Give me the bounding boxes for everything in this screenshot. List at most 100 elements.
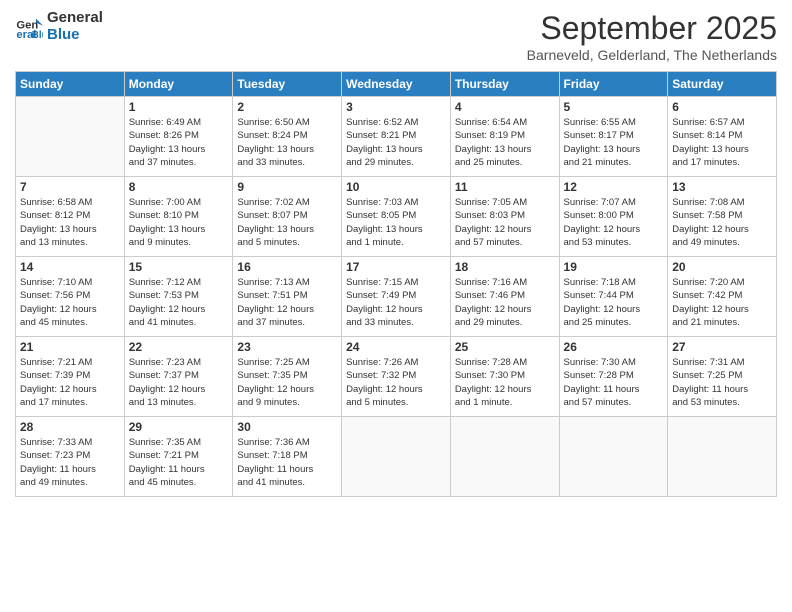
calendar-cell [668,417,777,497]
day-info: Sunrise: 7:31 AM Sunset: 7:25 PM Dayligh… [672,356,772,409]
calendar-header-row: SundayMondayTuesdayWednesdayThursdayFrid… [16,72,777,97]
day-number: 27 [672,340,772,354]
calendar-cell: 4 Sunrise: 6:54 AM Sunset: 8:19 PM Daylig… [450,97,559,177]
calendar-cell: 7Sunrise: 6:58 AM Sunset: 8:12 PM Daylig… [16,177,125,257]
calendar-cell: 13 Sunrise: 7:08 AM Sunset: 7:58 PM Dayli… [668,177,777,257]
month-title: September 2025 [527,10,777,47]
calendar-cell: 24 Sunrise: 7:26 AM Sunset: 7:32 PM Dayli… [342,337,451,417]
day-info: Sunrise: 7:28 AM Sunset: 7:30 PM Dayligh… [455,356,555,409]
day-info: Sunrise: 7:36 AM Sunset: 7:18 PM Dayligh… [237,436,337,489]
day-number: 5 [564,100,664,114]
day-info: Sunrise: 6:55 AM Sunset: 8:17 PM Dayligh… [564,116,664,169]
day-info: Sunrise: 7:26 AM Sunset: 7:32 PM Dayligh… [346,356,446,409]
day-number: 15 [129,260,229,274]
calendar-day-header: Saturday [668,72,777,97]
day-info: Sunrise: 6:50 AM Sunset: 8:24 PM Dayligh… [237,116,337,169]
day-number: 4 [455,100,555,114]
calendar-cell: 10Sunrise: 7:03 AM Sunset: 8:05 PM Dayli… [342,177,451,257]
day-number: 14 [20,260,120,274]
day-number: 13 [672,180,772,194]
day-number: 23 [237,340,337,354]
calendar-day-header: Monday [124,72,233,97]
day-number: 28 [20,420,120,434]
logo: Gen eral Blue General Blue [15,10,103,43]
calendar-cell: 2Sunrise: 6:50 AM Sunset: 8:24 PM Daylig… [233,97,342,177]
day-number: 6 [672,100,772,114]
logo-line2: Blue [47,27,103,44]
day-number: 17 [346,260,446,274]
calendar-body: 1Sunrise: 6:49 AM Sunset: 8:26 PM Daylig… [16,97,777,497]
calendar-cell: 8 Sunrise: 7:00 AM Sunset: 8:10 PM Daylig… [124,177,233,257]
day-number: 18 [455,260,555,274]
calendar-day-header: Thursday [450,72,559,97]
day-number: 30 [237,420,337,434]
day-info: Sunrise: 7:10 AM Sunset: 7:56 PM Dayligh… [20,276,120,329]
calendar-cell [16,97,125,177]
calendar-cell: 27 Sunrise: 7:31 AM Sunset: 7:25 PM Dayli… [668,337,777,417]
calendar-cell: 19Sunrise: 7:18 AM Sunset: 7:44 PM Dayli… [559,257,668,337]
calendar-week-row: 14 Sunrise: 7:10 AM Sunset: 7:56 PM Dayli… [16,257,777,337]
day-number: 9 [237,180,337,194]
calendar-cell: 6 Sunrise: 6:57 AM Sunset: 8:14 PM Daylig… [668,97,777,177]
day-number: 3 [346,100,446,114]
day-info: Sunrise: 6:54 AM Sunset: 8:19 PM Dayligh… [455,116,555,169]
day-info: Sunrise: 7:13 AM Sunset: 7:51 PM Dayligh… [237,276,337,329]
day-number: 12 [564,180,664,194]
calendar-week-row: 7Sunrise: 6:58 AM Sunset: 8:12 PM Daylig… [16,177,777,257]
day-info: Sunrise: 7:16 AM Sunset: 7:46 PM Dayligh… [455,276,555,329]
day-number: 25 [455,340,555,354]
calendar-cell: 9 Sunrise: 7:02 AM Sunset: 8:07 PM Daylig… [233,177,342,257]
day-info: Sunrise: 7:20 AM Sunset: 7:42 PM Dayligh… [672,276,772,329]
calendar-cell: 1Sunrise: 6:49 AM Sunset: 8:26 PM Daylig… [124,97,233,177]
day-info: Sunrise: 7:12 AM Sunset: 7:53 PM Dayligh… [129,276,229,329]
day-info: Sunrise: 7:35 AM Sunset: 7:21 PM Dayligh… [129,436,229,489]
day-info: Sunrise: 7:21 AM Sunset: 7:39 PM Dayligh… [20,356,120,409]
calendar-day-header: Tuesday [233,72,342,97]
calendar-cell: 28 Sunrise: 7:33 AM Sunset: 7:23 PM Dayli… [16,417,125,497]
title-block: September 2025 Barneveld, Gelderland, Th… [527,10,777,63]
day-info: Sunrise: 7:08 AM Sunset: 7:58 PM Dayligh… [672,196,772,249]
day-info: Sunrise: 6:52 AM Sunset: 8:21 PM Dayligh… [346,116,446,169]
day-number: 16 [237,260,337,274]
day-info: Sunrise: 7:00 AM Sunset: 8:10 PM Dayligh… [129,196,229,249]
day-number: 21 [20,340,120,354]
day-number: 29 [129,420,229,434]
calendar-day-header: Friday [559,72,668,97]
day-info: Sunrise: 6:58 AM Sunset: 8:12 PM Dayligh… [20,196,120,249]
day-info: Sunrise: 6:49 AM Sunset: 8:26 PM Dayligh… [129,116,229,169]
calendar-cell: 20 Sunrise: 7:20 AM Sunset: 7:42 PM Dayli… [668,257,777,337]
calendar-table: SundayMondayTuesdayWednesdayThursdayFrid… [15,71,777,497]
day-info: Sunrise: 7:18 AM Sunset: 7:44 PM Dayligh… [564,276,664,329]
calendar-cell: 29 Sunrise: 7:35 AM Sunset: 7:21 PM Dayli… [124,417,233,497]
calendar-cell: 14 Sunrise: 7:10 AM Sunset: 7:56 PM Dayli… [16,257,125,337]
calendar-cell: 11Sunrise: 7:05 AM Sunset: 8:03 PM Dayli… [450,177,559,257]
calendar-cell [450,417,559,497]
day-number: 26 [564,340,664,354]
page-header: Gen eral Blue General Blue September 202… [15,10,777,63]
day-info: Sunrise: 7:23 AM Sunset: 7:37 PM Dayligh… [129,356,229,409]
day-info: Sunrise: 7:33 AM Sunset: 7:23 PM Dayligh… [20,436,120,489]
calendar-week-row: 21 Sunrise: 7:21 AM Sunset: 7:39 PM Dayli… [16,337,777,417]
calendar-week-row: 28 Sunrise: 7:33 AM Sunset: 7:23 PM Dayli… [16,417,777,497]
day-info: Sunrise: 7:15 AM Sunset: 7:49 PM Dayligh… [346,276,446,329]
calendar-cell: 16 Sunrise: 7:13 AM Sunset: 7:51 PM Dayli… [233,257,342,337]
day-number: 20 [672,260,772,274]
logo-icon: Gen eral Blue [15,13,43,41]
calendar-cell: 17 Sunrise: 7:15 AM Sunset: 7:49 PM Dayli… [342,257,451,337]
calendar-week-row: 1Sunrise: 6:49 AM Sunset: 8:26 PM Daylig… [16,97,777,177]
day-info: Sunrise: 7:05 AM Sunset: 8:03 PM Dayligh… [455,196,555,249]
svg-text:Blue: Blue [32,30,43,41]
day-info: Sunrise: 6:57 AM Sunset: 8:14 PM Dayligh… [672,116,772,169]
day-number: 24 [346,340,446,354]
calendar-cell: 18 Sunrise: 7:16 AM Sunset: 7:46 PM Dayli… [450,257,559,337]
day-number: 22 [129,340,229,354]
calendar-day-header: Wednesday [342,72,451,97]
logo-line1: General [47,10,103,27]
calendar-cell: 25 Sunrise: 7:28 AM Sunset: 7:30 PM Dayli… [450,337,559,417]
calendar-cell: 3 Sunrise: 6:52 AM Sunset: 8:21 PM Daylig… [342,97,451,177]
calendar-cell: 5 Sunrise: 6:55 AM Sunset: 8:17 PM Daylig… [559,97,668,177]
day-info: Sunrise: 7:02 AM Sunset: 8:07 PM Dayligh… [237,196,337,249]
calendar-day-header: Sunday [16,72,125,97]
calendar-cell [559,417,668,497]
day-number: 8 [129,180,229,194]
